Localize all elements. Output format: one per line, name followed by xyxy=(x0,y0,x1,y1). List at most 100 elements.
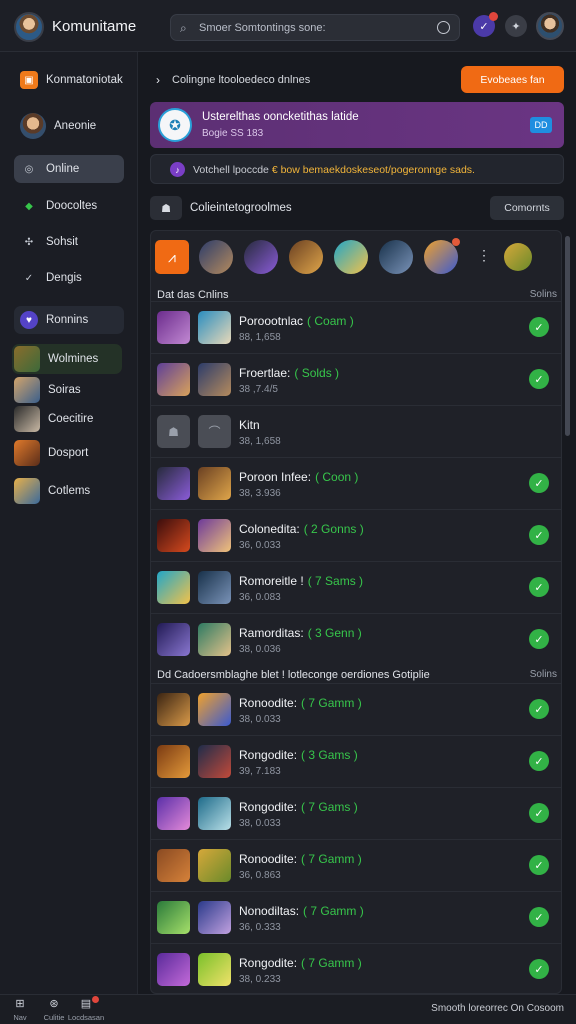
chat-badge xyxy=(92,996,99,1003)
banner-tag: DD xyxy=(530,117,552,133)
sidebar-item-label: Konmatoniotak xyxy=(46,74,123,86)
friend-avatar xyxy=(157,953,190,986)
check-icon[interactable]: ✓ xyxy=(529,855,549,875)
check-icon[interactable]: ✓ xyxy=(529,629,549,649)
game-icon-1[interactable]: ⩘ xyxy=(155,240,189,274)
promo-banner[interactable]: ✪ Usterelthas ooncketithas latide Bogie … xyxy=(150,102,564,148)
check-icon[interactable]: ✓ xyxy=(529,907,549,927)
notification-badge xyxy=(489,12,498,21)
friend-name-text: Poroootnlac xyxy=(239,314,304,328)
sidebar-item-label: Aneonie xyxy=(54,120,97,132)
check-icon[interactable]: ✓ xyxy=(529,317,549,337)
sidebar-item-game-3[interactable]: Coecitire xyxy=(12,404,122,434)
sidebar-item-profile[interactable]: Aneonie xyxy=(14,109,124,143)
friend-row[interactable]: Ronoodite:( 7 Gamm ) 36, 0.863 ✓ xyxy=(151,839,561,891)
game-thumbnail xyxy=(14,406,40,432)
sidebar-item-groups[interactable]: ✣ Sohsit xyxy=(14,228,124,256)
search-input[interactable]: ⌕ Smoer Somtontings sone: xyxy=(170,14,460,41)
sidebar-item-game-1[interactable]: Wolmines xyxy=(12,344,122,374)
friend-name: Romoreitle !( 7 Sams ) xyxy=(239,574,363,588)
friend-sub: 36, 0.863 xyxy=(239,870,281,881)
friend-name-text: Colonedita: xyxy=(239,522,300,536)
user-avatar[interactable] xyxy=(536,12,564,40)
sidebar-item-online[interactable]: ◎ Online xyxy=(14,155,124,183)
check-icon[interactable]: ✓ xyxy=(529,473,549,493)
notifications-icon[interactable]: ✓ xyxy=(473,12,498,37)
check-icon[interactable]: ✓ xyxy=(529,751,549,771)
sidebar-item-tags[interactable]: ✓ Dengis xyxy=(14,264,124,292)
friend-row[interactable]: Romoreitle !( 7 Sams ) 36, 0.083 ✓ xyxy=(151,561,561,613)
friend-sub: 38, 0.033 xyxy=(239,714,281,725)
friend-sub: 38, 0.033 xyxy=(239,818,281,829)
section-button[interactable]: Comornts xyxy=(490,196,564,220)
friend-row[interactable]: Poroootnlac( Coam ) 88, 1,658 ✓ xyxy=(151,301,561,353)
check-icon[interactable]: ✓ xyxy=(529,525,549,545)
section-header: ☗ Colieintetogroolmes Comornts xyxy=(150,196,564,220)
friend-row[interactable]: ☗ ⌒ Kitn 38, 1,658 xyxy=(151,405,561,457)
online-icon: ◎ xyxy=(24,163,34,175)
check-icon[interactable]: ✓ xyxy=(529,959,549,979)
primary-action-button[interactable]: Evobeaes fan xyxy=(461,66,564,93)
scrollbar[interactable] xyxy=(565,236,570,436)
game-icon-8[interactable] xyxy=(504,243,532,271)
game-icon-2[interactable] xyxy=(199,240,233,274)
friend-name-text: Rongodite: xyxy=(239,956,298,970)
friend-avatar xyxy=(157,571,190,604)
friend-status: ( 7 Gams ) xyxy=(301,800,358,814)
game-icon-7[interactable] xyxy=(424,238,460,274)
friend-name-text: Nonodiltas: xyxy=(239,904,300,918)
game-icon-6[interactable] xyxy=(379,240,413,274)
sidebar-item-game-4[interactable]: Dosport xyxy=(12,438,122,468)
check-icon[interactable]: ✓ xyxy=(529,699,549,719)
check-icon[interactable]: ✓ xyxy=(529,803,549,823)
clear-icon[interactable] xyxy=(437,21,450,34)
friend-row[interactable]: Nonodiltas:( 7 Gamm ) 36, 0.333 ✓ xyxy=(151,891,561,943)
search-placeholder: Smoer Somtontings sone: xyxy=(199,22,326,34)
sidebar-item-friends[interactable]: ◆ Doocoltes xyxy=(14,192,124,220)
friend-name-text: Rongodite: xyxy=(239,748,298,762)
friend-row[interactable]: Ramorditas:( 3 Genn ) 38, 0.036 ✓ xyxy=(151,613,561,665)
sidebar-item-label: Doocoltes xyxy=(46,200,98,212)
more-icon[interactable]: ⋮ xyxy=(477,247,491,264)
friend-name-text: Kitn xyxy=(239,418,260,432)
friend-row[interactable]: Froertlae:( Solds ) 38 ,7.4/5 ✓ xyxy=(151,353,561,405)
friend-row[interactable]: Ronoodite:( 7 Gamm ) 38, 0.033 ✓ xyxy=(151,683,561,735)
app-avatar[interactable] xyxy=(14,12,44,42)
friend-name-text: Ronoodite: xyxy=(239,852,298,866)
top-bar: Komunitame ⌕ Smoer Somtontings sone: ✓ ✦ xyxy=(0,0,576,52)
game-icon-4[interactable] xyxy=(289,240,323,274)
chevron-right-icon[interactable]: › xyxy=(156,73,160,87)
friends-panel: ⩘ ⋮ Dat das Cnlins Solins Poroootnlac( C… xyxy=(150,230,562,994)
bottom-nav-chat[interactable]: ▤ Locdsasan xyxy=(66,996,106,1024)
game-thumbnail xyxy=(14,440,40,466)
game-avatar xyxy=(198,467,231,500)
friend-row[interactable]: Rongodite:( 3 Gams ) 39, 7.183 ✓ xyxy=(151,735,561,787)
sidebar-item-game-2[interactable]: Soiras xyxy=(12,375,122,405)
sidebar-item-game-5[interactable]: Cotlems xyxy=(12,476,122,506)
list-title: Dd Cadoersmblaghe blet ! lotleconge oerd… xyxy=(157,669,430,681)
check-icon[interactable]: ✓ xyxy=(529,577,549,597)
settings-icon[interactable]: ✦ xyxy=(505,15,527,37)
friend-sub: 39, 7.183 xyxy=(239,766,281,777)
friend-row[interactable]: Colonedita:( 2 Gonns ) 36, 0.033 ✓ xyxy=(151,509,561,561)
check-icon[interactable]: ✓ xyxy=(529,369,549,389)
game-icon-5[interactable] xyxy=(334,240,368,274)
section-button-label: Comornts xyxy=(504,202,550,214)
friend-name-text: Rongodite: xyxy=(239,800,298,814)
user-icon[interactable]: ☗ xyxy=(150,196,182,220)
friend-row[interactable]: Rongodite:( 7 Gams ) 38, 0.033 ✓ xyxy=(151,787,561,839)
friend-avatar xyxy=(157,849,190,882)
banner-logo: ✪ xyxy=(158,108,192,142)
game-icon-3[interactable] xyxy=(244,240,278,274)
friend-row[interactable]: Rongodite:( 7 Gamm ) 38, 0.233 ✓ xyxy=(151,943,561,993)
friend-avatar xyxy=(157,623,190,656)
friend-status: ( 3 Gams ) xyxy=(301,748,358,762)
placeholder-user-icon: ☗ xyxy=(157,415,190,448)
game-avatar xyxy=(198,311,231,344)
sidebar-item-home[interactable]: ▣ Konmatoniotak xyxy=(14,66,124,94)
friend-name: Poroootnlac( Coam ) xyxy=(239,314,354,328)
friend-avatar xyxy=(157,363,190,396)
friend-avatar xyxy=(157,467,190,500)
friend-row[interactable]: Poroon Infee:( Coon ) 38, 3.936 ✓ xyxy=(151,457,561,509)
sidebar-item-rooms[interactable]: ♥ Ronnins xyxy=(14,306,124,334)
